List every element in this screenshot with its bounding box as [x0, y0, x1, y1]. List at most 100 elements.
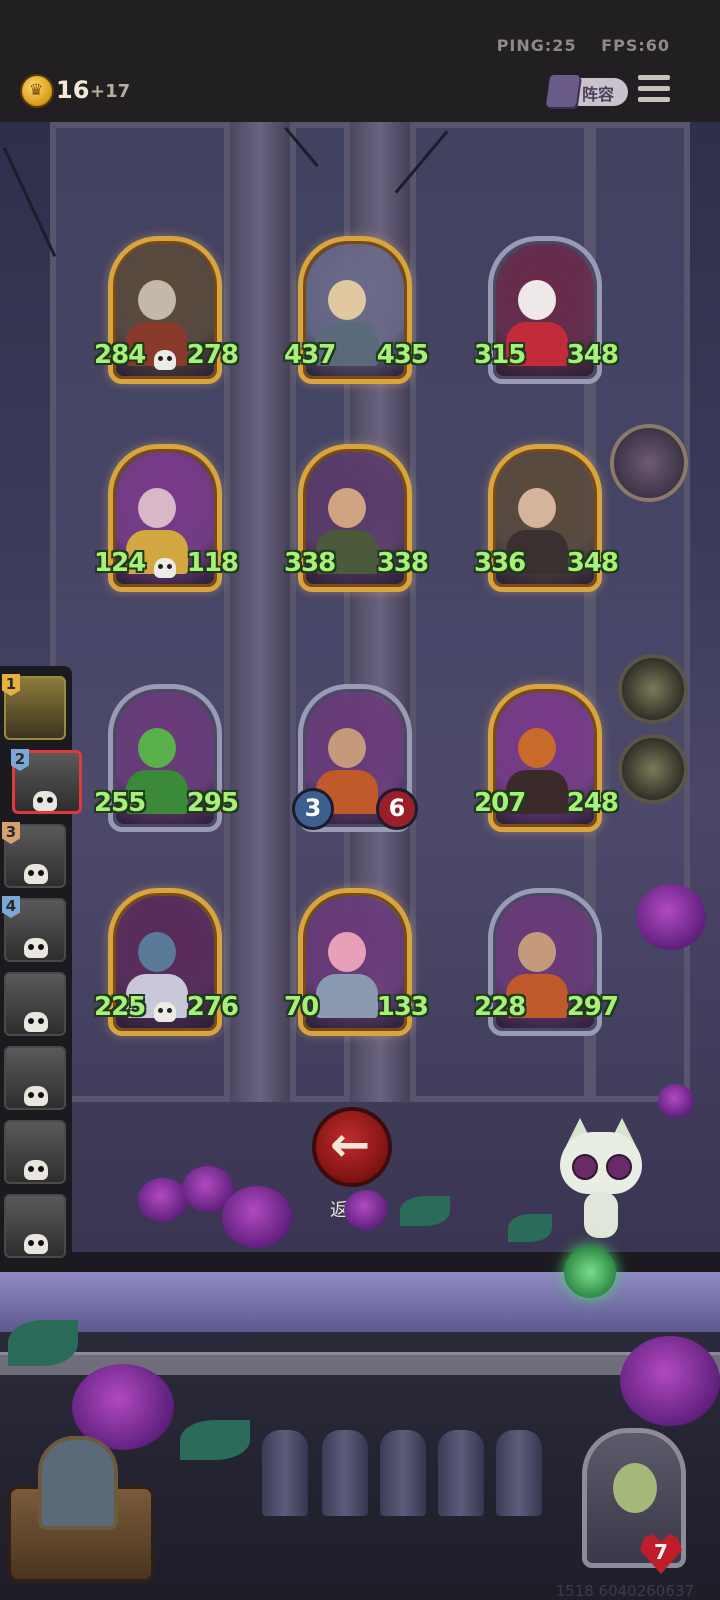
minion-card-gargoyle[interactable]: 225 276 — [94, 888, 239, 1036]
baluster — [438, 1430, 484, 1516]
opponent-slot[interactable]: 4 — [2, 896, 66, 962]
health-value: 295 — [186, 788, 239, 818]
pillar — [230, 122, 290, 1102]
trinket-2-icon[interactable] — [618, 734, 688, 804]
health-badge: 6 — [376, 788, 418, 830]
trinket-1-icon[interactable] — [618, 654, 688, 724]
gold-amount: 16 — [56, 76, 90, 104]
opponent-slot[interactable] — [4, 1194, 66, 1258]
gold-income: +17 — [90, 81, 131, 102]
attack-value: 225 — [94, 992, 146, 1022]
rose-decoration — [636, 884, 706, 950]
menu-icon — [638, 75, 670, 80]
minion-card-gunslinger-woman[interactable]: 284 278 — [94, 236, 239, 384]
health-value: 276 — [186, 992, 239, 1022]
rank-badge: 4 — [2, 896, 20, 918]
gold-coin-icon — [22, 76, 52, 106]
lineup-label: 阵容 — [582, 85, 615, 104]
health-value: 278 — [186, 340, 239, 370]
rose-decoration — [138, 1178, 188, 1222]
vine — [2, 146, 57, 258]
lineup-book-icon — [545, 75, 581, 107]
health-value: 118 — [186, 548, 239, 578]
leaf-decoration — [180, 1420, 250, 1460]
rank-badge: 2 — [11, 749, 29, 771]
minion-card-armored-knight[interactable]: 437 435 — [284, 236, 429, 384]
skull-icon — [24, 938, 48, 958]
ping-readout: PING:25 — [496, 36, 577, 55]
skull-icon — [24, 1012, 48, 1032]
opponent-slot[interactable] — [4, 1120, 66, 1184]
attack-value: 228 — [474, 992, 526, 1022]
health-value: 133 — [376, 992, 429, 1022]
minion-card-tree-ent[interactable]: 36 — [292, 684, 418, 832]
attack-value: 315 — [474, 340, 526, 370]
menu-button[interactable] — [638, 75, 670, 105]
attack-value: 338 — [284, 548, 336, 578]
minion-card-valkyrie[interactable]: 70 133 — [284, 888, 429, 1036]
hero-health-value: 7 — [654, 1540, 668, 1564]
network-status: PING:25 FPS:60 — [479, 36, 670, 55]
skull-icon — [33, 791, 57, 811]
opponent-slot[interactable] — [4, 972, 66, 1036]
rank-badge: 3 — [2, 822, 20, 844]
health-value: 348 — [566, 340, 619, 370]
leaf-decoration — [8, 1320, 78, 1366]
fps-readout: FPS:60 — [601, 36, 670, 55]
rose-decoration — [658, 1084, 694, 1118]
opponent-slot[interactable] — [4, 1046, 66, 1110]
session-id: 1518 6040260637 — [555, 1582, 694, 1600]
minion-card-tree-ent-2[interactable]: 228 297 — [474, 888, 619, 1036]
attack-value: 124 — [94, 548, 146, 578]
opponent-slot[interactable]: 2 — [11, 749, 82, 814]
opponent-slot[interactable]: 1 — [2, 674, 66, 740]
skull-icon — [24, 1160, 48, 1180]
minion-card-clown[interactable]: 315 348 — [474, 236, 619, 384]
attack-value: 70 — [284, 992, 319, 1022]
health-value: 338 — [376, 548, 429, 578]
baluster — [380, 1430, 426, 1516]
health-value: 348 — [566, 548, 619, 578]
attack-value: 437 — [284, 340, 336, 370]
rank-badge: 1 — [2, 674, 20, 696]
skull-icon — [154, 558, 176, 578]
skull-icon — [154, 1002, 176, 1022]
health-value: 435 — [376, 340, 429, 370]
baluster — [322, 1430, 368, 1516]
tavern-glass-dome — [38, 1436, 118, 1530]
rose-decoration — [620, 1336, 720, 1426]
minion-card-cook-woman[interactable]: 336 348 — [474, 444, 619, 592]
opponent-list: 1 2 3 4 — [0, 666, 82, 1274]
refresh-orb-icon[interactable] — [564, 1246, 616, 1298]
rose-decoration — [344, 1190, 388, 1230]
attack-value: 207 — [474, 788, 526, 818]
skull-icon — [24, 864, 48, 884]
back-button[interactable]: ← — [312, 1107, 392, 1187]
skull-icon — [24, 1234, 48, 1254]
skull-icon — [24, 1086, 48, 1106]
lineup-button[interactable]: 阵容 — [545, 75, 628, 107]
minion-card-horned-demon[interactable]: 124 118 — [94, 444, 239, 592]
minion-card-pumpkin-monster[interactable]: 207 248 — [474, 684, 619, 832]
leaf-decoration — [400, 1196, 450, 1226]
baluster — [496, 1430, 542, 1516]
skull-icon — [154, 350, 176, 370]
minion-card-cactus[interactable]: 255 295 — [94, 684, 239, 832]
attack-badge: 3 — [292, 788, 334, 830]
cat-pet[interactable] — [560, 1118, 642, 1238]
health-value: 297 — [566, 992, 619, 1022]
attack-value: 255 — [94, 788, 146, 818]
attack-value: 284 — [94, 340, 146, 370]
pocketwatch-icon[interactable] — [610, 424, 688, 502]
minion-card-bearded-brute[interactable]: 338 338 — [284, 444, 429, 592]
top-bar: PING:25 FPS:60 16 +17 阵容 — [0, 0, 720, 122]
back-arrow-icon: ← — [330, 1117, 371, 1173]
leaf-decoration — [508, 1214, 552, 1242]
tavern-shop[interactable] — [8, 1436, 154, 1586]
window-pane — [590, 122, 690, 1102]
opponent-slot[interactable]: 3 — [2, 822, 66, 888]
baluster — [262, 1430, 308, 1516]
health-value: 248 — [566, 788, 619, 818]
hero-face — [613, 1463, 657, 1513]
attack-value: 336 — [474, 548, 526, 578]
